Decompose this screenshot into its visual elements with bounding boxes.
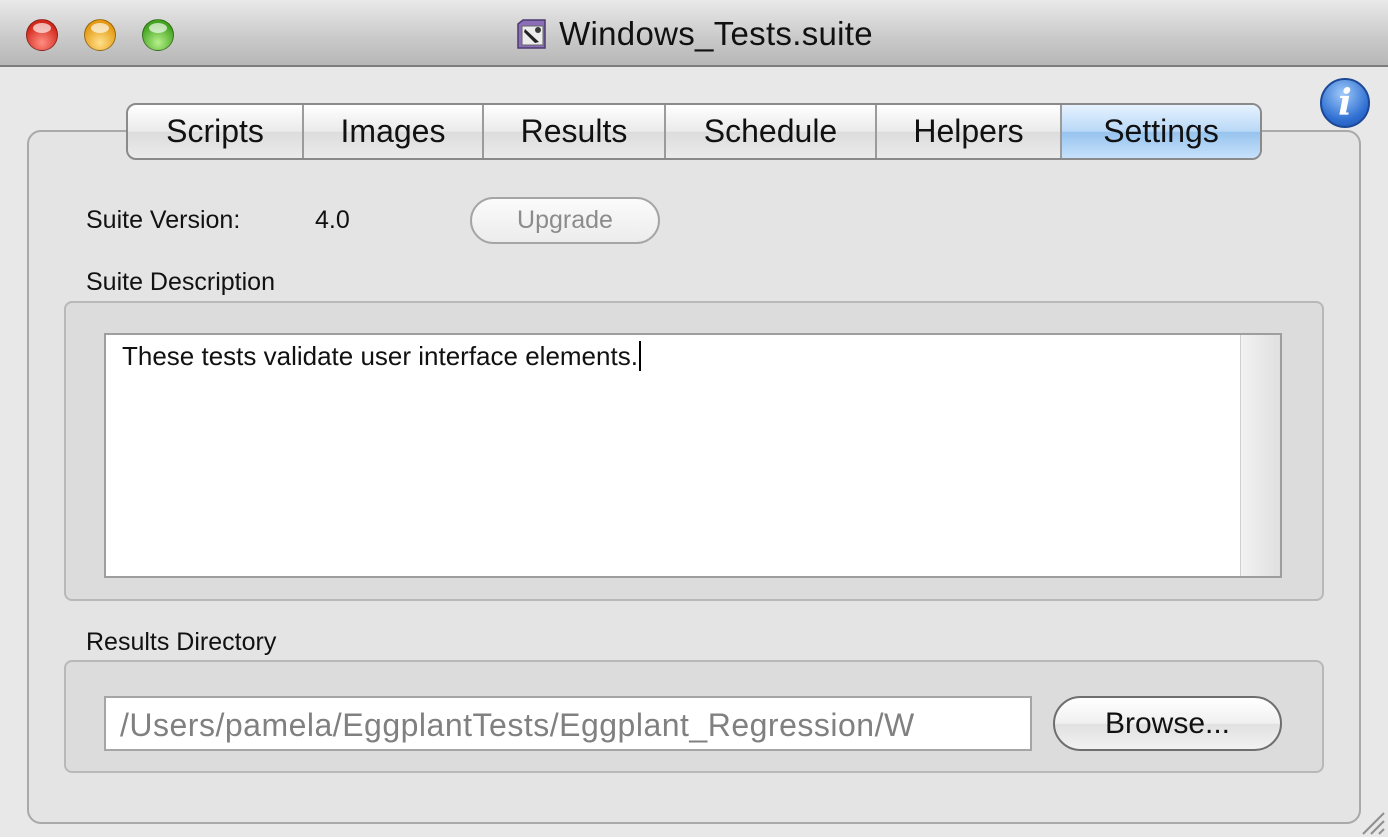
text-cursor: [638, 341, 641, 371]
upgrade-button[interactable]: Upgrade: [470, 197, 660, 244]
resize-grip-icon[interactable]: [1355, 805, 1385, 835]
info-button[interactable]: i: [1320, 78, 1370, 128]
suite-version-value: 4.0: [315, 206, 350, 234]
tab-scripts[interactable]: Scripts: [128, 105, 304, 158]
description-text: These tests validate user interface elem…: [122, 341, 641, 372]
results-directory-field[interactable]: /Users/pamela/EggplantTests/Eggplant_Reg…: [104, 696, 1032, 751]
suite-description-textarea[interactable]: These tests validate user interface elem…: [104, 333, 1282, 578]
suite-version-label: Suite Version:: [86, 206, 241, 234]
suite-window: Windows_Tests.suite Scripts Images Resul…: [0, 0, 1388, 837]
tab-images[interactable]: Images: [304, 105, 484, 158]
suite-description-label: Suite Description: [86, 268, 275, 296]
tab-schedule[interactable]: Schedule: [666, 105, 877, 158]
results-directory-path: /Users/pamela/EggplantTests/Eggplant_Reg…: [120, 707, 915, 743]
info-icon: i: [1338, 82, 1352, 124]
results-directory-label: Results Directory: [86, 628, 277, 656]
title-bar[interactable]: Windows_Tests.suite: [0, 0, 1388, 67]
description-scrollbar[interactable]: [1240, 335, 1280, 576]
window-title: Windows_Tests.suite: [559, 14, 873, 52]
tab-settings[interactable]: Settings: [1062, 105, 1260, 158]
tab-bar: Scripts Images Results Schedule Helpers …: [126, 103, 1262, 160]
browse-button[interactable]: Browse...: [1053, 696, 1282, 751]
suite-document-icon: [515, 18, 549, 50]
tab-results[interactable]: Results: [484, 105, 666, 158]
tab-helpers[interactable]: Helpers: [877, 105, 1062, 158]
window-title-group: Windows_Tests.suite: [0, 0, 1388, 67]
